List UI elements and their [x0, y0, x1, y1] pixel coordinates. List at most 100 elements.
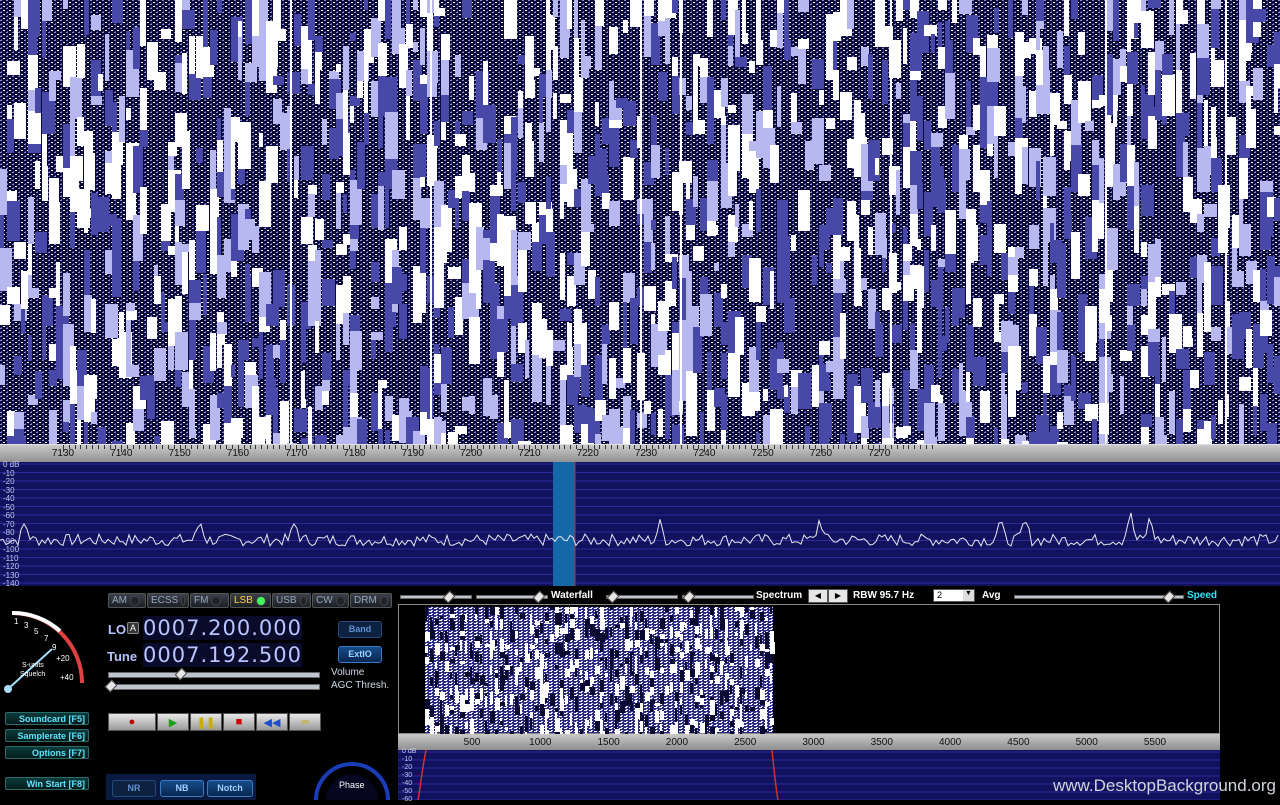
waterfall-block	[714, 293, 723, 327]
waterfall-block	[1078, 320, 1086, 352]
lo-channel-badge[interactable]: A	[127, 622, 140, 634]
waterfall-block	[28, 335, 32, 361]
waterfall-block	[42, 21, 46, 58]
waterfall-block	[1211, 327, 1221, 341]
audio-waterfall-block	[510, 621, 512, 630]
waterfall-block	[609, 128, 619, 167]
spectrum-range-slider[interactable]	[682, 590, 754, 604]
waterfall-block	[693, 246, 704, 261]
mode-cw-button[interactable]: CW	[312, 593, 349, 608]
waterfall-block	[434, 263, 444, 308]
waterfall-block	[700, 198, 708, 231]
audio-frequency-scale[interactable]: 500 1000 1500 2000 2500 3000 3500 4000 4500 5000 5…	[398, 734, 1220, 750]
waterfall-block	[910, 214, 918, 246]
soundcard-button[interactable]: Soundcard [F5]	[5, 712, 89, 725]
audio-waterfall-block	[450, 614, 455, 618]
waterfall-block	[651, 220, 656, 230]
tune-frequency-display[interactable]: 0007.192.500	[143, 643, 302, 667]
audio-waterfall-block	[525, 687, 527, 692]
audio-waterfall-block	[555, 643, 560, 654]
audio-waterfall-block	[675, 714, 677, 722]
pause-button[interactable]: ❚❚	[190, 713, 222, 731]
waterfall-block	[1148, 0, 1161, 8]
waterfall-block	[84, 295, 92, 332]
waterfall-block	[945, 254, 956, 272]
audio-waterfall-block	[590, 677, 594, 684]
audio-waterfall-block	[765, 729, 767, 732]
audio-waterfall-block	[665, 643, 667, 654]
agc-threshold-slider[interactable]	[104, 679, 320, 693]
audio-waterfall-block	[715, 629, 718, 639]
waterfall-block	[1267, 344, 1273, 367]
tuning-filter-band[interactable]	[553, 462, 575, 586]
rbw-decrease-button[interactable]: ◀	[808, 589, 828, 603]
audio-waterfall-block	[520, 662, 522, 672]
mode-fm-button[interactable]: FM	[190, 593, 229, 608]
audio-waterfall-block	[730, 706, 733, 709]
waterfall-block	[1176, 282, 1186, 295]
mode-lsb-button[interactable]: LSB	[230, 593, 271, 608]
volume-slider[interactable]	[108, 667, 320, 681]
audio-waterfall-block	[770, 693, 772, 700]
freq-tick-mark	[541, 445, 543, 449]
waterfall-block	[70, 156, 83, 181]
audio-waterfall-block	[735, 707, 739, 710]
waterfall-block	[602, 344, 607, 384]
avg-select[interactable]: 2 ▼	[933, 589, 975, 602]
audio-waterfall-block	[680, 670, 684, 682]
audio-waterfall-block	[710, 627, 713, 639]
waterfall-block	[378, 380, 387, 388]
freq-tick-mark	[611, 445, 613, 449]
waterfall-block	[350, 225, 359, 239]
waterfall-block	[875, 312, 880, 323]
samplerate-button[interactable]: Samplerate [F6]	[5, 729, 89, 742]
waterfall-block	[924, 121, 931, 150]
audio-waterfall-block	[450, 607, 454, 614]
waterfall-block	[434, 0, 439, 8]
mode-ecss-button[interactable]: ECSS	[147, 593, 189, 608]
mode-led-icon	[379, 595, 388, 606]
notch-button[interactable]: Notch	[207, 780, 253, 797]
waterfall-block	[1120, 350, 1132, 361]
audio-waterfall-block	[635, 700, 637, 703]
audio-waterfall-block	[720, 712, 724, 719]
audio-waterfall[interactable]	[398, 604, 1220, 744]
waterfall-block	[1204, 100, 1208, 146]
record-button[interactable]: ●	[108, 713, 156, 731]
audio-waterfall-block	[500, 702, 505, 706]
rbw-increase-button[interactable]: ▶	[828, 589, 848, 603]
mode-usb-button[interactable]: USB	[272, 593, 311, 608]
waterfall-block	[119, 96, 125, 142]
extio-button[interactable]: ExtIO	[338, 646, 382, 663]
waterfall-range-slider[interactable]	[606, 590, 678, 604]
main-waterfall[interactable]	[0, 0, 1280, 486]
waterfall-brightness-slider[interactable]	[476, 590, 548, 604]
main-spectrum[interactable]: 0 dB -10 -20 -30 -40 -50 -60 -70 -80 -90 -100 -110-…	[0, 460, 1280, 588]
speed-slider[interactable]	[1014, 590, 1184, 604]
waterfall-block	[1085, 306, 1097, 343]
audio-waterfall-block	[540, 674, 543, 684]
rewind-button[interactable]: ◀◀	[256, 713, 288, 731]
audio-waterfall-block	[430, 649, 433, 655]
waterfall-block	[1057, 288, 1066, 298]
freq-tick-mark	[902, 445, 904, 449]
mode-am-button[interactable]: AM	[108, 593, 146, 608]
freq-tick-mark	[605, 445, 607, 449]
waterfall-block	[0, 365, 5, 385]
lo-frequency-display[interactable]: 0007.200.000	[143, 616, 302, 640]
band-button[interactable]: Band	[338, 621, 382, 638]
audio-waterfall-block	[505, 665, 510, 670]
nr-button[interactable]: NR	[112, 780, 156, 797]
loop-button[interactable]: ∞	[289, 713, 321, 731]
options-button[interactable]: Options [F7]	[5, 746, 89, 759]
stop-button[interactable]: ■	[223, 713, 255, 731]
waterfall-block	[441, 122, 446, 140]
waterfall-contrast-slider[interactable]	[400, 590, 472, 604]
win-start-button[interactable]: Win Start [F8]	[5, 777, 89, 790]
waterfall-block	[854, 292, 862, 306]
mode-drm-button[interactable]: DRM	[350, 593, 392, 608]
waterfall-block	[189, 320, 196, 360]
main-frequency-scale[interactable]: 7130 7140 7150 7160 7170 7180 7190 7200 7210 7220…	[0, 444, 1280, 463]
nb-button[interactable]: NB	[160, 780, 204, 797]
play-button[interactable]: ▶	[157, 713, 189, 731]
